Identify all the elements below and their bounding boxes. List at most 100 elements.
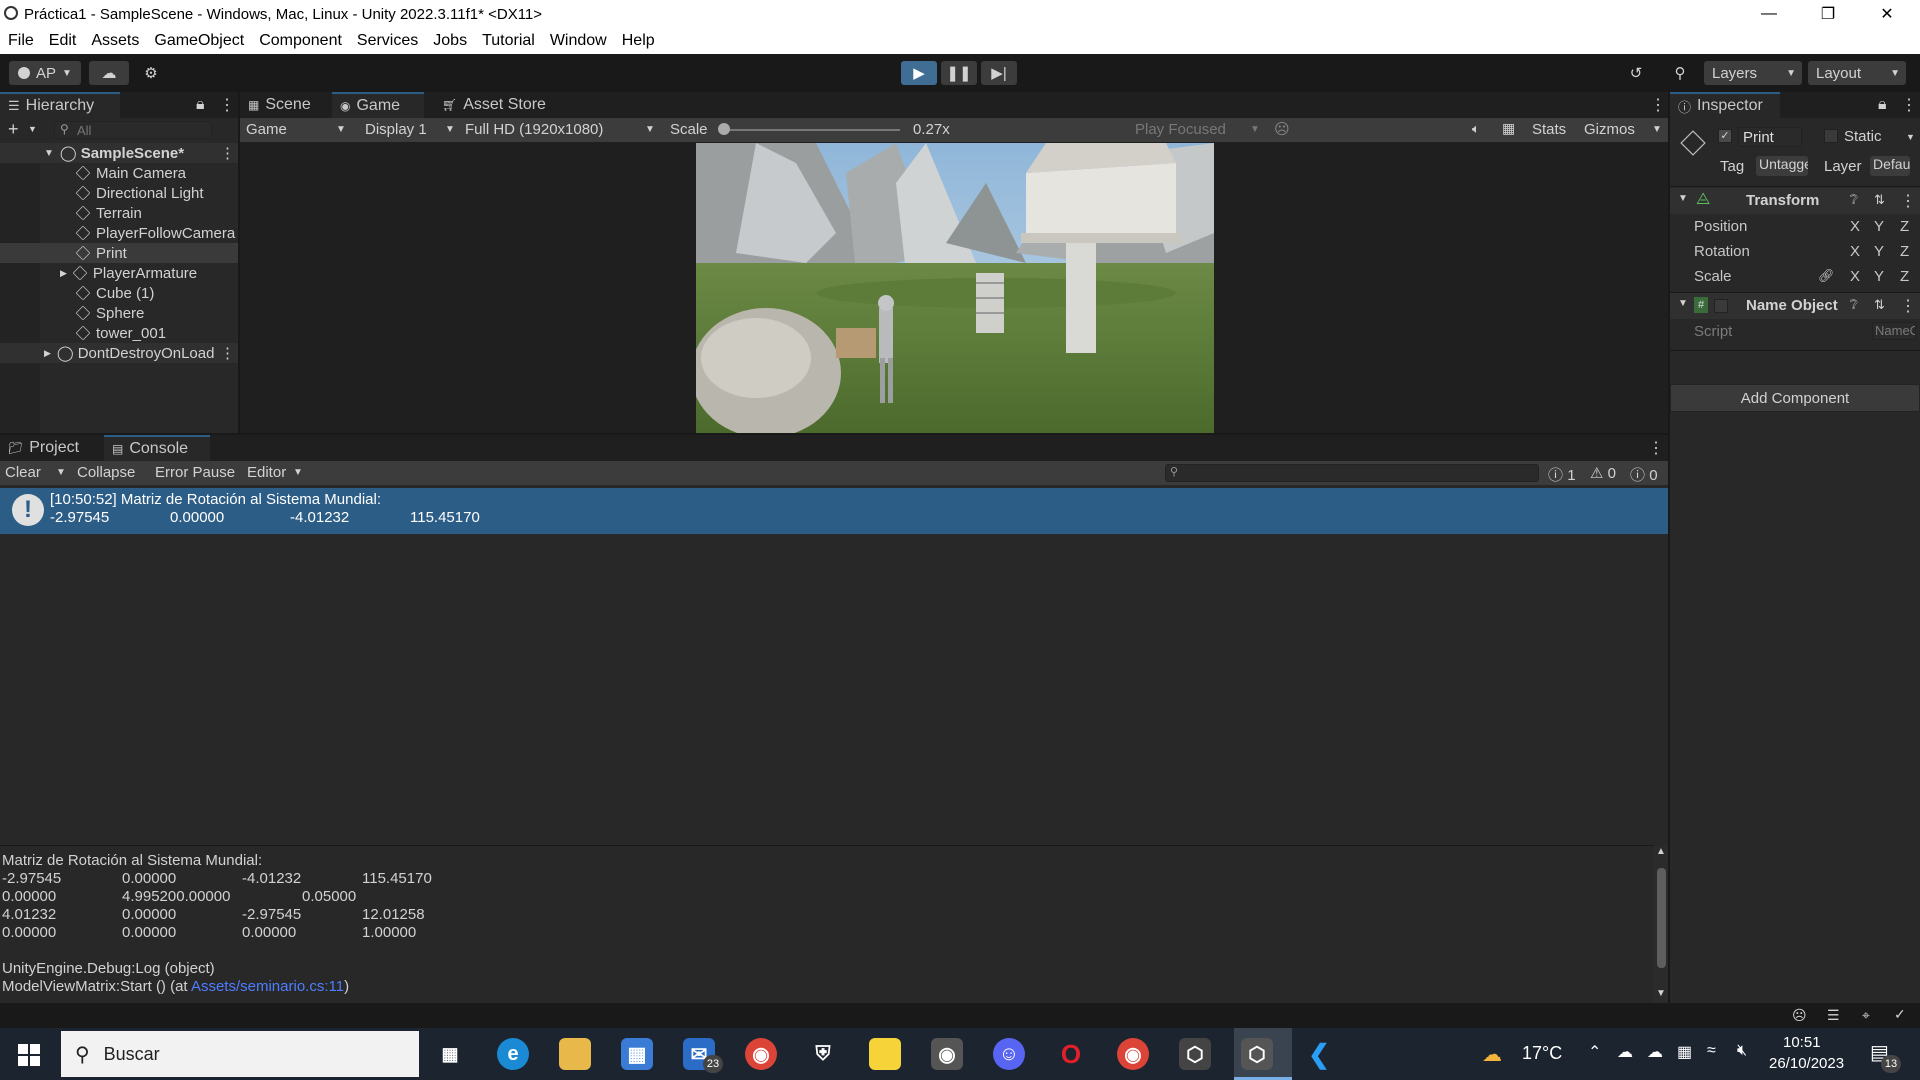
tab-scene[interactable]: ▦ Scene [240,92,332,118]
menu-gameobject[interactable]: GameObject [154,32,244,50]
menu-component[interactable]: Component [259,32,342,50]
bug-icon[interactable]: ☹ [1274,120,1290,138]
chevron-down-icon[interactable]: ▼ [56,467,66,478]
error-count-toggle[interactable]: ⓘ 0 [1630,464,1658,485]
collapse-button[interactable]: Collapse [77,464,135,481]
info-count-toggle[interactable]: ⓘ 1 [1548,464,1576,485]
camera-icon[interactable]: ◉ [931,1038,963,1070]
kebab-menu-icon[interactable]: ⋮ [1900,296,1916,316]
temperature[interactable]: 17°C [1522,1043,1562,1064]
close-icon[interactable]: ✕ [1858,0,1916,28]
kebab-menu-icon[interactable]: ⋮ [1901,95,1917,115]
log-detail-pane[interactable]: Matriz de Rotación al Sistema Mundial: -… [0,845,1668,1004]
clock-time[interactable]: 10:51 [1783,1034,1821,1051]
log-entry-selected[interactable]: ! [10:50:52] Matriz de Rotación al Siste… [0,488,1668,534]
check-icon[interactable]: ✓ [1894,1006,1906,1023]
debug-icon[interactable]: ☹ [1792,1007,1807,1024]
menu-services[interactable]: Services [357,32,418,50]
z-label[interactable]: Z [1900,243,1909,260]
scroll-down-icon[interactable]: ▼ [1656,988,1666,999]
kebab-menu-icon[interactable]: ⋮ [219,95,235,115]
gizmos-button[interactable]: Gizmos [1584,121,1635,138]
menu-tutorial[interactable]: Tutorial [482,32,535,50]
layers-dropdown[interactable]: Layers ▼ [1704,61,1802,85]
restore-icon[interactable]: ❐ [1799,0,1857,28]
minimize-icon[interactable]: — [1740,0,1798,28]
x-label[interactable]: X [1850,218,1860,235]
hierarchy-item[interactable]: Terrain [0,203,238,223]
hierarchy-item[interactable]: ▶ PlayerArmature [0,263,238,283]
x-label[interactable]: X [1850,268,1860,285]
game-mode-dropdown[interactable]: Game [246,121,287,138]
add-icon[interactable]: + [8,119,19,140]
link-icon[interactable]: 🔗︎ [1818,268,1835,284]
store-icon[interactable]: ▦ [621,1038,653,1070]
y-label[interactable]: Y [1874,243,1884,260]
kebab-menu-icon[interactable]: ⋮ [1650,95,1666,115]
collab-button[interactable]: ⚙ [137,61,165,85]
console-search-input[interactable] [1165,464,1539,482]
y-label[interactable]: Y [1874,268,1884,285]
help-icon[interactable]: ❔︎ [1850,297,1858,313]
chevron-up-icon[interactable]: ⌃ [1588,1042,1601,1062]
onedrive-icon[interactable]: ☁ [1617,1042,1633,1062]
keyboard-icon[interactable]: ▦ [1502,120,1515,137]
stack-icon[interactable]: ☰ [1827,1007,1840,1024]
help-icon[interactable]: ❔︎ [1850,192,1858,208]
menu-file[interactable]: File [8,32,34,50]
hierarchy-item[interactable]: tower_001 [0,323,238,343]
script-field[interactable]: NameObject [1872,322,1916,340]
chevron-down-icon[interactable]: ▼ [1906,132,1915,142]
mute-audio-icon[interactable]: 🔈︎ [1472,121,1480,137]
hierarchy-search-input[interactable] [54,121,212,139]
cloud-button[interactable]: ☁ [89,61,129,85]
add-component-button[interactable]: Add Component [1670,384,1920,412]
volume-muted-icon[interactable]: 🔇︎ [1737,1042,1747,1060]
editor-dropdown[interactable]: Editor [247,464,286,481]
hierarchy-item[interactable]: Directional Light [0,183,238,203]
chrome-profile-icon[interactable]: ◉ [1117,1038,1149,1070]
wifi-icon[interactable]: ≈ [1707,1042,1716,1060]
hierarchy-item[interactable]: PlayerFollowCamera [0,223,238,243]
dontdestroy-row[interactable]: ▶ ◯ DontDestroyOnLoad ⋮ [0,343,238,363]
opera-icon[interactable]: O [1055,1038,1087,1070]
kebab-menu-icon[interactable]: ⋮ [220,144,235,162]
scroll-up-icon[interactable]: ▲ [1656,846,1666,857]
battery-icon[interactable]: ▦ [1677,1042,1692,1062]
sticky-notes-icon[interactable] [869,1038,901,1070]
chevron-down-icon[interactable]: ▼ [28,124,37,134]
object-name-field[interactable] [1738,127,1802,147]
preset-icon[interactable]: ⇅ [1874,297,1885,313]
discord-icon[interactable]: ☺ [993,1038,1025,1070]
warning-count-toggle[interactable]: ⚠ 0 [1590,464,1616,482]
history-button[interactable]: ↺ [1620,61,1652,85]
error-pause-button[interactable]: Error Pause [155,464,235,481]
menu-help[interactable]: Help [622,32,655,50]
x-label[interactable]: X [1850,243,1860,260]
file-explorer-icon[interactable] [559,1038,591,1070]
search-button[interactable]: ⚲ [1666,61,1694,85]
layer-dropdown[interactable]: Default [1870,156,1910,176]
play-button[interactable]: ▶ [901,61,937,85]
step-button[interactable]: ▶| [981,61,1017,85]
component-enabled-checkbox[interactable] [1714,299,1728,313]
lock-icon[interactable]: 🔒︎ [1878,96,1887,114]
z-label[interactable]: Z [1900,268,1909,285]
hierarchy-item[interactable]: Sphere [0,303,238,323]
game-render-view[interactable] [696,143,1214,433]
hierarchy-item[interactable]: Main Camera [0,163,238,183]
preset-icon[interactable]: ⇅ [1874,192,1885,208]
weather-icon[interactable]: ☁ [1482,1042,1502,1067]
chrome-icon[interactable]: ◉ [745,1038,777,1070]
chevron-right-icon[interactable]: ▶ [60,268,67,279]
component-header[interactable]: ▼ # Name Object ❔︎ ⇅ ⋮ [1670,293,1920,319]
scrollbar[interactable]: ▲ ▼ [1654,846,1668,1004]
z-label[interactable]: Z [1900,218,1909,235]
tab-project[interactable]: 📁︎ Project [0,435,100,461]
menu-jobs[interactable]: Jobs [433,32,467,50]
scale-slider-handle[interactable] [718,123,730,135]
active-checkbox[interactable]: ✓ [1718,129,1732,143]
vscode-icon[interactable]: ❮ [1303,1038,1335,1070]
unity-hub-icon[interactable]: ⬡ [1179,1038,1211,1070]
hierarchy-item-selected[interactable]: Print [0,243,238,263]
